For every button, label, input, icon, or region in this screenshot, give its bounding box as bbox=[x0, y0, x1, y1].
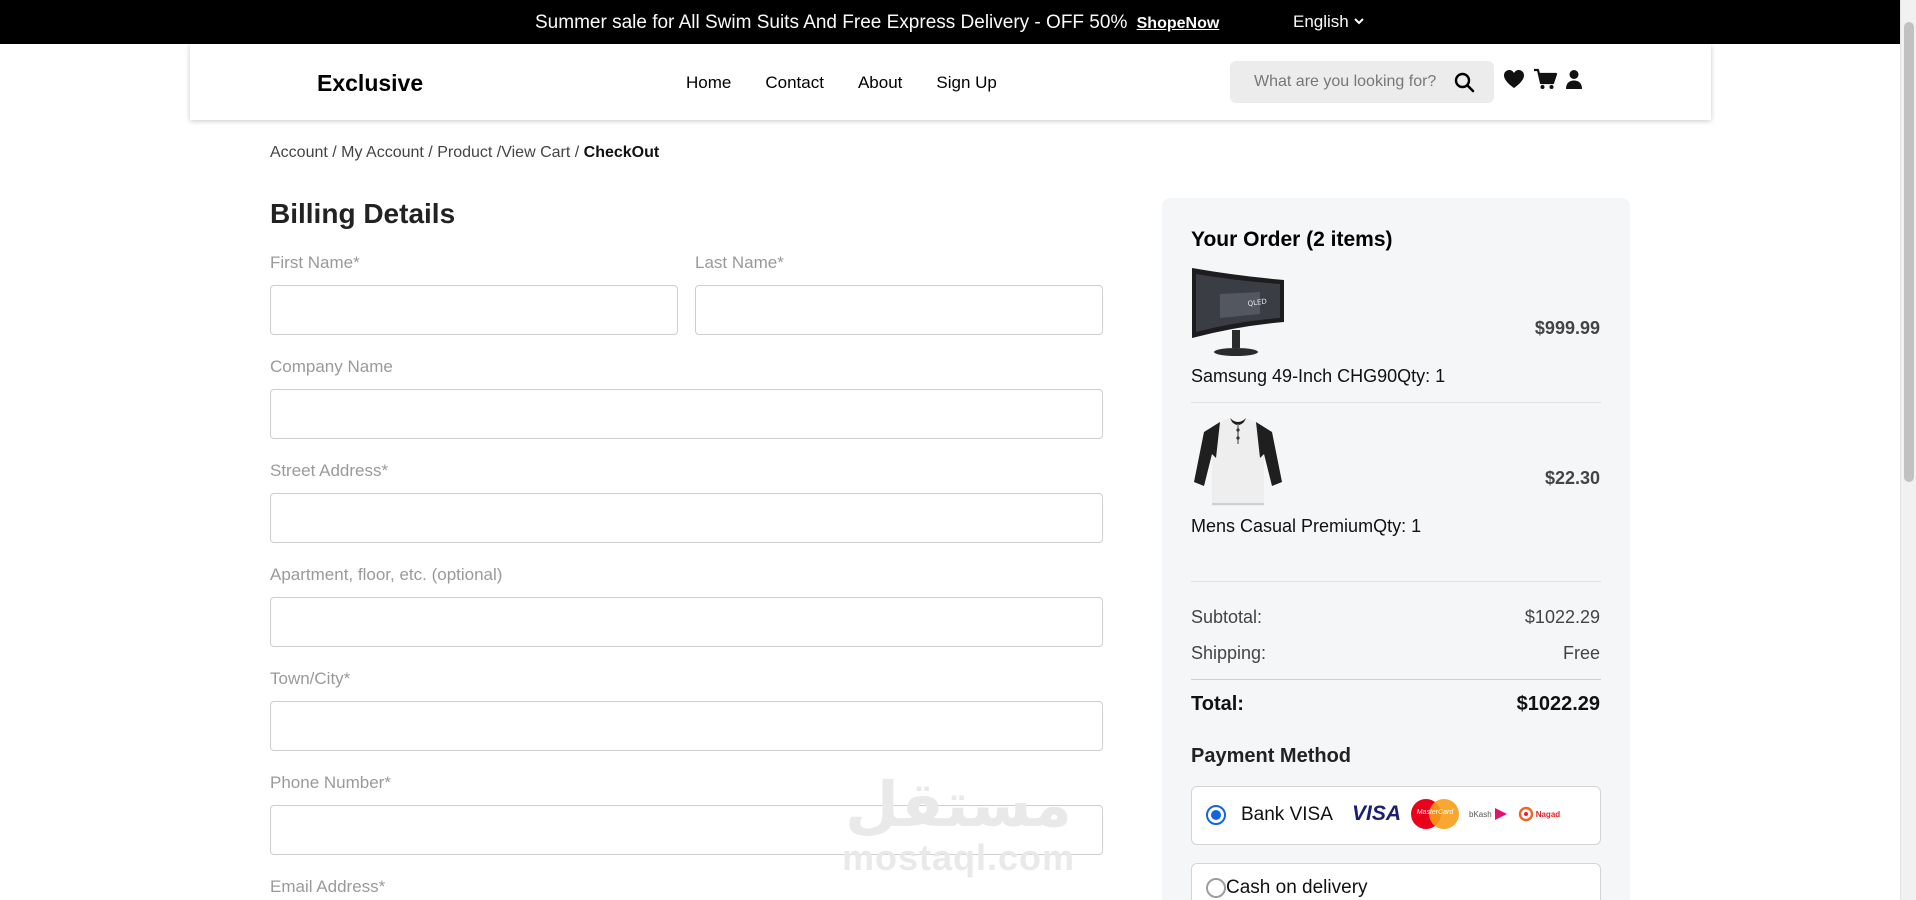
nav-home[interactable]: Home bbox=[686, 73, 731, 93]
company-name-field[interactable] bbox=[270, 389, 1103, 439]
subtotal-label: Subtotal: bbox=[1191, 607, 1263, 627]
cash-radio[interactable] bbox=[1206, 878, 1226, 898]
total-divider bbox=[1191, 679, 1601, 680]
user-icon[interactable] bbox=[1565, 69, 1583, 94]
total-label: Total: bbox=[1191, 693, 1244, 715]
payment-logos: VISA MasterCard bKash Nagad bbox=[1352, 799, 1560, 829]
main-nav: Home Contact About Sign Up bbox=[686, 73, 997, 93]
order-title: Your Order (2 items) bbox=[1191, 228, 1393, 251]
item-title: Samsung 49-Inch CHG90 bbox=[1191, 366, 1398, 386]
heart-icon[interactable] bbox=[1503, 69, 1525, 94]
language-label: English bbox=[1293, 12, 1349, 31]
phone-number-label: Phone Number* bbox=[270, 773, 391, 792]
email-address-label: Email Address* bbox=[270, 877, 386, 896]
bkash-label: bKash bbox=[1469, 809, 1492, 819]
item-qty: Qty: 1 bbox=[1397, 366, 1446, 386]
item-name: Mens Casual PremiumQty: 1 bbox=[1191, 516, 1421, 537]
street-address-field[interactable] bbox=[270, 493, 1103, 543]
town-city-field[interactable] bbox=[270, 701, 1103, 751]
header-icons bbox=[1503, 68, 1583, 95]
payment-option-cash[interactable]: Cash on delivery bbox=[1191, 863, 1601, 900]
breadcrumb: Account / My Account / Product /View Car… bbox=[270, 144, 660, 161]
subtotal-value: $1022.29 bbox=[1524, 607, 1600, 627]
search-input[interactable] bbox=[1242, 61, 1442, 103]
promo-message: Summer sale for All Swim Suits And Free … bbox=[535, 12, 1219, 34]
breadcrumb-my-account[interactable]: My Account bbox=[341, 144, 424, 161]
first-name-field[interactable] bbox=[270, 285, 678, 335]
chevron-down-icon bbox=[1353, 12, 1365, 32]
item-divider bbox=[1191, 402, 1601, 403]
mastercard-logo: MasterCard bbox=[1411, 799, 1460, 829]
payment-method-title: Payment Method bbox=[1191, 745, 1352, 767]
breadcrumb-account[interactable]: Account bbox=[270, 144, 328, 161]
breadcrumb-view-cart[interactable]: View Cart bbox=[501, 144, 570, 161]
nav-sign-up[interactable]: Sign Up bbox=[936, 73, 996, 93]
last-name-field[interactable] bbox=[695, 285, 1103, 335]
bank-option-label: Bank VISA bbox=[1241, 804, 1333, 825]
breadcrumb-product[interactable]: Product bbox=[437, 144, 492, 161]
mastercard-label: MasterCard bbox=[1416, 809, 1454, 816]
item-price: $22.30 bbox=[1544, 468, 1600, 488]
item-name: Samsung 49-Inch CHG90Qty: 1 bbox=[1191, 366, 1445, 387]
nagad-label: Nagad bbox=[1535, 809, 1561, 819]
promo-text: Summer sale for All Swim Suits And Free … bbox=[535, 12, 1128, 33]
monitor-image: QLED bbox=[1190, 264, 1286, 360]
last-name-label: Last Name* bbox=[695, 253, 784, 272]
shipping-label: Shipping: bbox=[1191, 643, 1267, 663]
cash-option-label: Cash on delivery bbox=[1226, 877, 1368, 898]
first-name-label: First Name* bbox=[270, 253, 360, 272]
items-divider bbox=[1191, 581, 1601, 582]
shop-now-link[interactable]: ShopeNow bbox=[1137, 15, 1220, 32]
promo-bar: Summer sale for All Swim Suits And Free … bbox=[0, 0, 1900, 44]
payment-option-bank[interactable]: Bank VISA VISA MasterCard bKash Nagad bbox=[1191, 786, 1601, 845]
nav-contact[interactable]: Contact bbox=[765, 73, 824, 93]
bank-radio[interactable] bbox=[1206, 805, 1226, 825]
item-qty: Qty: 1 bbox=[1373, 516, 1422, 536]
bkash-logo: bKash bbox=[1469, 807, 1508, 821]
street-address-label: Street Address* bbox=[270, 461, 389, 480]
nagad-logo: Nagad bbox=[1518, 806, 1560, 822]
apartment-field[interactable] bbox=[270, 597, 1103, 647]
shirt-image bbox=[1190, 414, 1286, 510]
billing-title: Billing Details bbox=[270, 198, 456, 229]
cart-icon[interactable] bbox=[1533, 68, 1558, 95]
nav-about[interactable]: About bbox=[858, 73, 902, 93]
total-value: $1022.29 bbox=[1516, 693, 1600, 715]
item-title: Mens Casual Premium bbox=[1191, 516, 1374, 536]
search-box bbox=[1230, 61, 1494, 103]
apartment-label: Apartment, floor, etc. (optional) bbox=[270, 565, 503, 584]
site-logo[interactable]: Exclusive bbox=[317, 70, 423, 97]
search-icon[interactable] bbox=[1454, 72, 1475, 98]
phone-number-field[interactable] bbox=[270, 805, 1103, 855]
scrollbar-thumb[interactable] bbox=[1904, 22, 1914, 482]
language-selector[interactable]: English bbox=[1293, 12, 1365, 32]
breadcrumb-current: CheckOut bbox=[583, 144, 660, 161]
town-city-label: Town/City* bbox=[270, 669, 351, 688]
page-scrollbar[interactable] bbox=[1900, 0, 1916, 900]
item-price: $999.99 bbox=[1534, 318, 1600, 338]
shipping-value: Free bbox=[1562, 643, 1600, 663]
site-header: Exclusive Home Contact About Sign Up bbox=[190, 44, 1711, 120]
company-name-label: Company Name bbox=[270, 357, 393, 376]
visa-logo: VISA bbox=[1352, 802, 1402, 825]
